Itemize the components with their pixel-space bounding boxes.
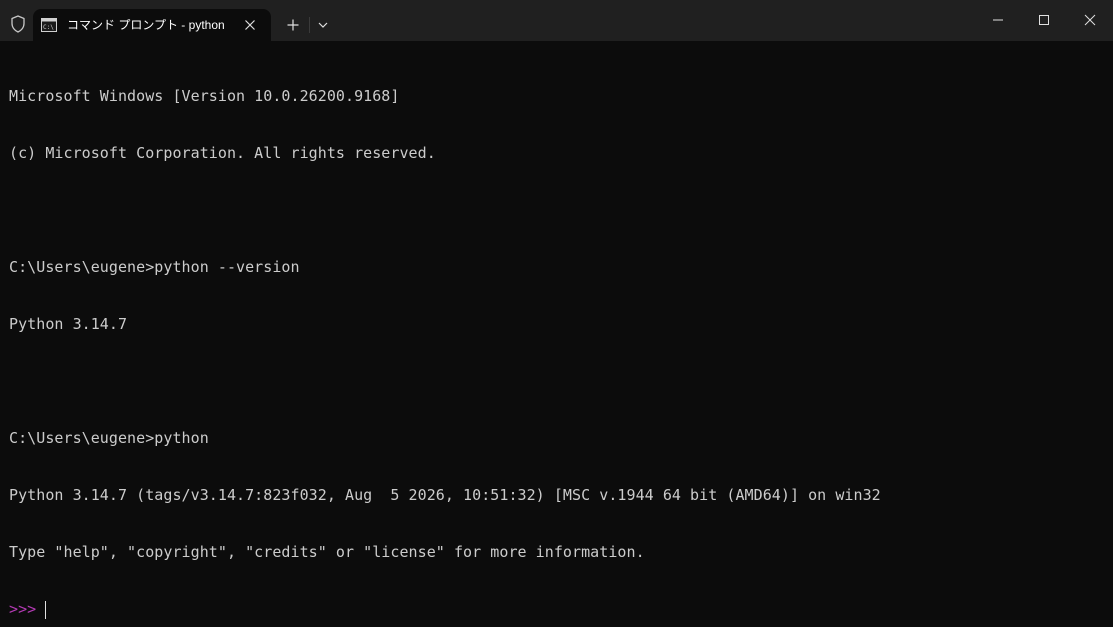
terminal-line: (c) Microsoft Corporation. All rights re… bbox=[9, 144, 436, 162]
close-icon[interactable] bbox=[1067, 0, 1113, 40]
python-prompt: >>> bbox=[9, 600, 37, 618]
cmd-icon: C:\ bbox=[41, 17, 57, 33]
title-bar[interactable]: C:\ コマンド プロンプト - python bbox=[0, 0, 1113, 41]
terminal-line: Python 3.14.7 (tags/v3.14.7:823f032, Aug… bbox=[9, 486, 881, 504]
shield-icon[interactable] bbox=[8, 14, 28, 34]
svg-text:C:\: C:\ bbox=[43, 24, 54, 31]
tab-title: コマンド プロンプト - python bbox=[67, 18, 225, 32]
terminal-line: Python 3.14.7 bbox=[9, 315, 128, 333]
plus-icon[interactable] bbox=[281, 13, 305, 37]
chevron-down-icon[interactable] bbox=[311, 13, 335, 37]
terminal-line: Microsoft Windows [Version 10.0.26200.91… bbox=[9, 87, 400, 105]
minimize-icon[interactable] bbox=[975, 0, 1021, 40]
text-cursor bbox=[45, 600, 47, 619]
divider bbox=[309, 17, 310, 33]
terminal-line: C:\Users\eugene>python --version bbox=[9, 258, 300, 276]
close-icon[interactable] bbox=[239, 14, 261, 36]
python-prompt-line[interactable]: >>> bbox=[9, 600, 1109, 619]
terminal-output[interactable]: Microsoft Windows [Version 10.0.26200.91… bbox=[9, 49, 1109, 619]
maximize-icon[interactable] bbox=[1021, 0, 1067, 40]
terminal-window: C:\ コマンド プロンプト - python Microsoft Window… bbox=[0, 0, 1113, 627]
terminal-line: C:\Users\eugene>python bbox=[9, 429, 209, 447]
terminal-line: Type "help", "copyright", "credits" or "… bbox=[9, 543, 645, 561]
tab-command-prompt[interactable]: C:\ コマンド プロンプト - python bbox=[33, 9, 271, 41]
